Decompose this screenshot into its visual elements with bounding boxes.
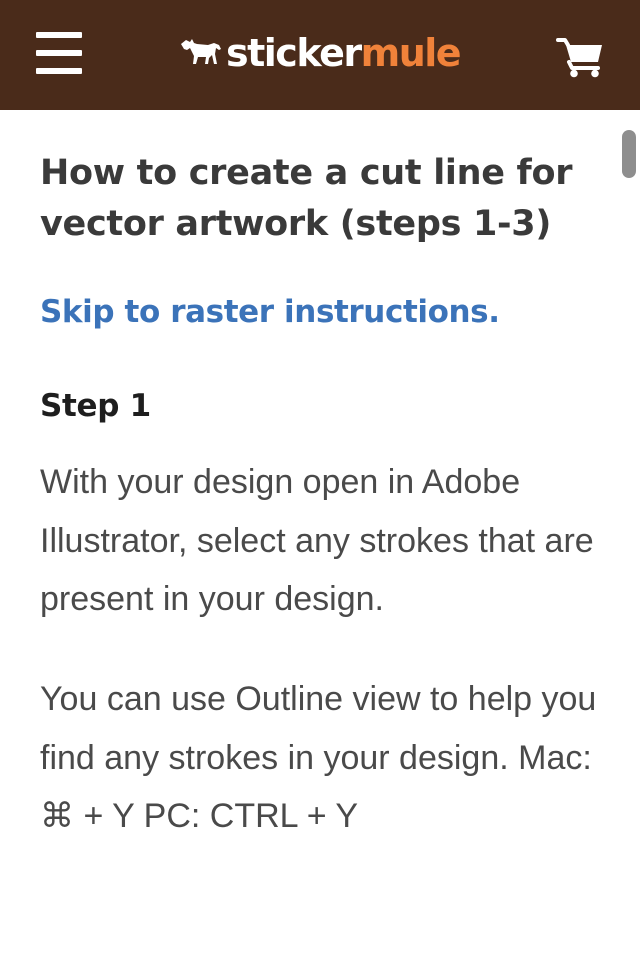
menu-button[interactable] [36, 32, 82, 74]
skip-to-raster-link[interactable]: Skip to raster instructions. [40, 293, 500, 331]
cart-icon [556, 38, 604, 82]
app: stickermule How to create a cut line for… [0, 0, 640, 959]
outline-view-paragraph: You can use Outline view to help you fin… [40, 680, 597, 835]
page-title: How to create a cut line for vector artw… [40, 153, 573, 244]
site-header: stickermule [0, 0, 640, 110]
sticker-mule-logo[interactable]: stickermule [178, 28, 462, 78]
mule-logo-icon [178, 30, 224, 76]
cart-button[interactable] [556, 36, 604, 78]
step-paragraph: With your design open in Adobe Illustrat… [40, 463, 594, 618]
logo-wordmark: stickermule [226, 31, 462, 75]
scrollbar-thumb[interactable] [622, 130, 636, 178]
step-heading: Step 1 [40, 388, 151, 424]
